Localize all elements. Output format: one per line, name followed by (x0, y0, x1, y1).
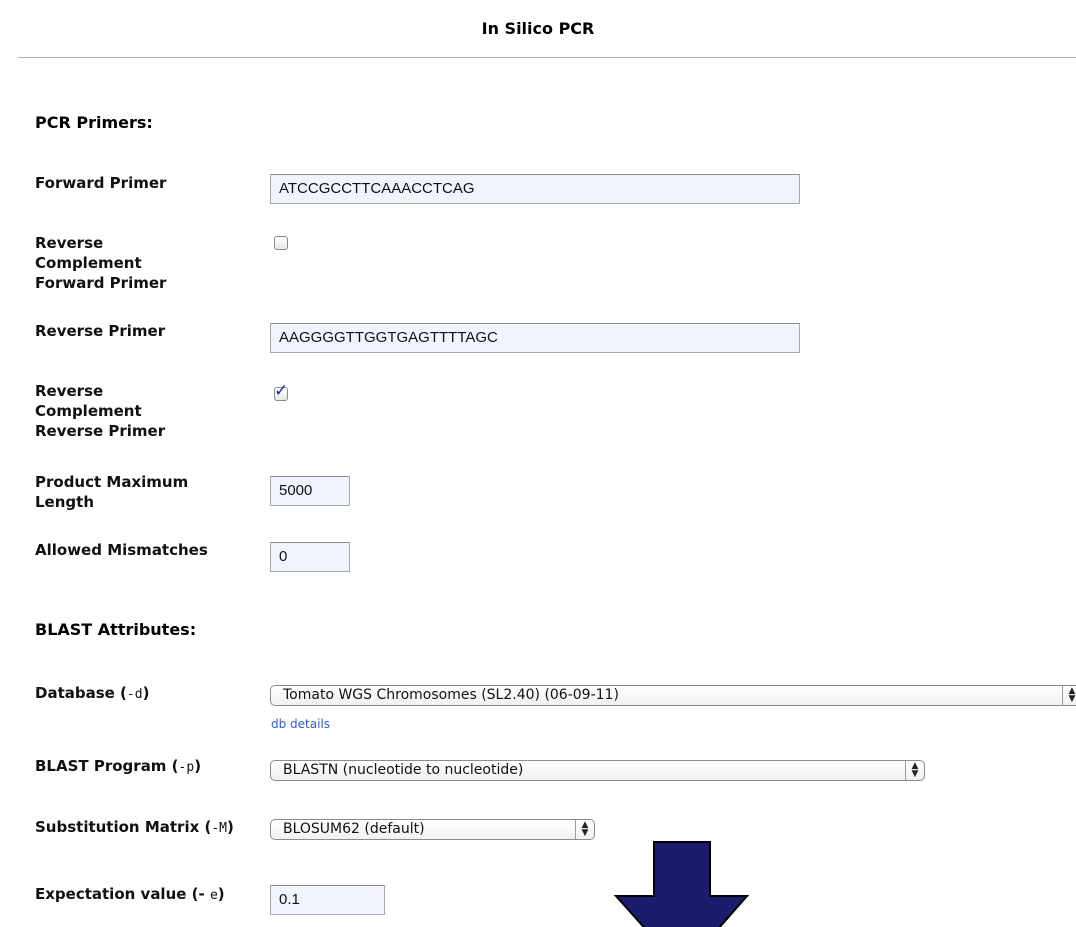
blast-program-select-value: BLASTN (nucleotide to nucleotide) (283, 762, 524, 778)
reverse-primer-input[interactable]: AAGGGGTTGGTGAGTTTTAGC (270, 323, 800, 353)
updown-chevrons-icon: ▲ ▼ (1062, 686, 1076, 705)
rc-reverse-primer-checkbox[interactable]: ✓ (274, 381, 288, 401)
substitution-matrix-label: Substitution Matrix (-M) (35, 818, 234, 836)
database-select-value: Tomato WGS Chromosomes (SL2.40) (06-09-1… (283, 687, 619, 703)
updown-chevrons-icon: ▲ ▼ (575, 820, 594, 839)
substitution-matrix-select[interactable]: BLOSUM62 (default) ▲ ▼ (270, 819, 595, 840)
rc-forward-primer-label: Reverse Complement Forward Primer (35, 234, 167, 292)
blast-program-flag: -p (178, 760, 195, 775)
rc-forward-primer-checkbox[interactable] (274, 236, 288, 250)
updown-chevrons-icon: ▲ ▼ (905, 761, 924, 780)
expectation-value-input[interactable]: 0.1 (270, 885, 385, 915)
expectation-value-label: Expectation value (- e) (35, 885, 225, 903)
page-title: In Silico PCR (481, 19, 595, 38)
expectation-value-flag: e (209, 888, 218, 903)
down-arrow-icon (613, 841, 750, 927)
forward-primer-input[interactable]: ATCCGCCTTCAAACCTCAG (270, 174, 800, 204)
checkmark-icon: ✓ (274, 381, 289, 401)
title-divider (18, 57, 1076, 58)
reverse-primer-label: Reverse Primer (35, 322, 166, 340)
blast-program-select[interactable]: BLASTN (nucleotide to nucleotide) ▲ ▼ (270, 760, 925, 781)
substitution-matrix-flag: -M (211, 821, 227, 836)
pcr-primers-heading: PCR Primers: (35, 113, 153, 132)
database-select[interactable]: Tomato WGS Chromosomes (SL2.40) (06-09-1… (270, 685, 1076, 706)
database-label: Database (-d) (35, 684, 150, 702)
db-details-link[interactable]: db details (271, 717, 330, 731)
blast-attributes-heading: BLAST Attributes: (35, 620, 197, 639)
allowed-mismatches-label: Allowed Mismatches (35, 541, 208, 559)
substitution-matrix-select-value: BLOSUM62 (default) (283, 821, 425, 837)
product-max-length-input[interactable]: 5000 (270, 476, 350, 506)
allowed-mismatches-input[interactable]: 0 (270, 542, 350, 572)
forward-primer-label: Forward Primer (35, 174, 167, 192)
database-flag: -d (126, 687, 143, 702)
blast-program-label: BLAST Program (-p) (35, 757, 202, 775)
rc-reverse-primer-label: Reverse Complement Reverse Primer (35, 382, 166, 440)
product-max-length-label: Product Maximum Length (35, 473, 189, 511)
